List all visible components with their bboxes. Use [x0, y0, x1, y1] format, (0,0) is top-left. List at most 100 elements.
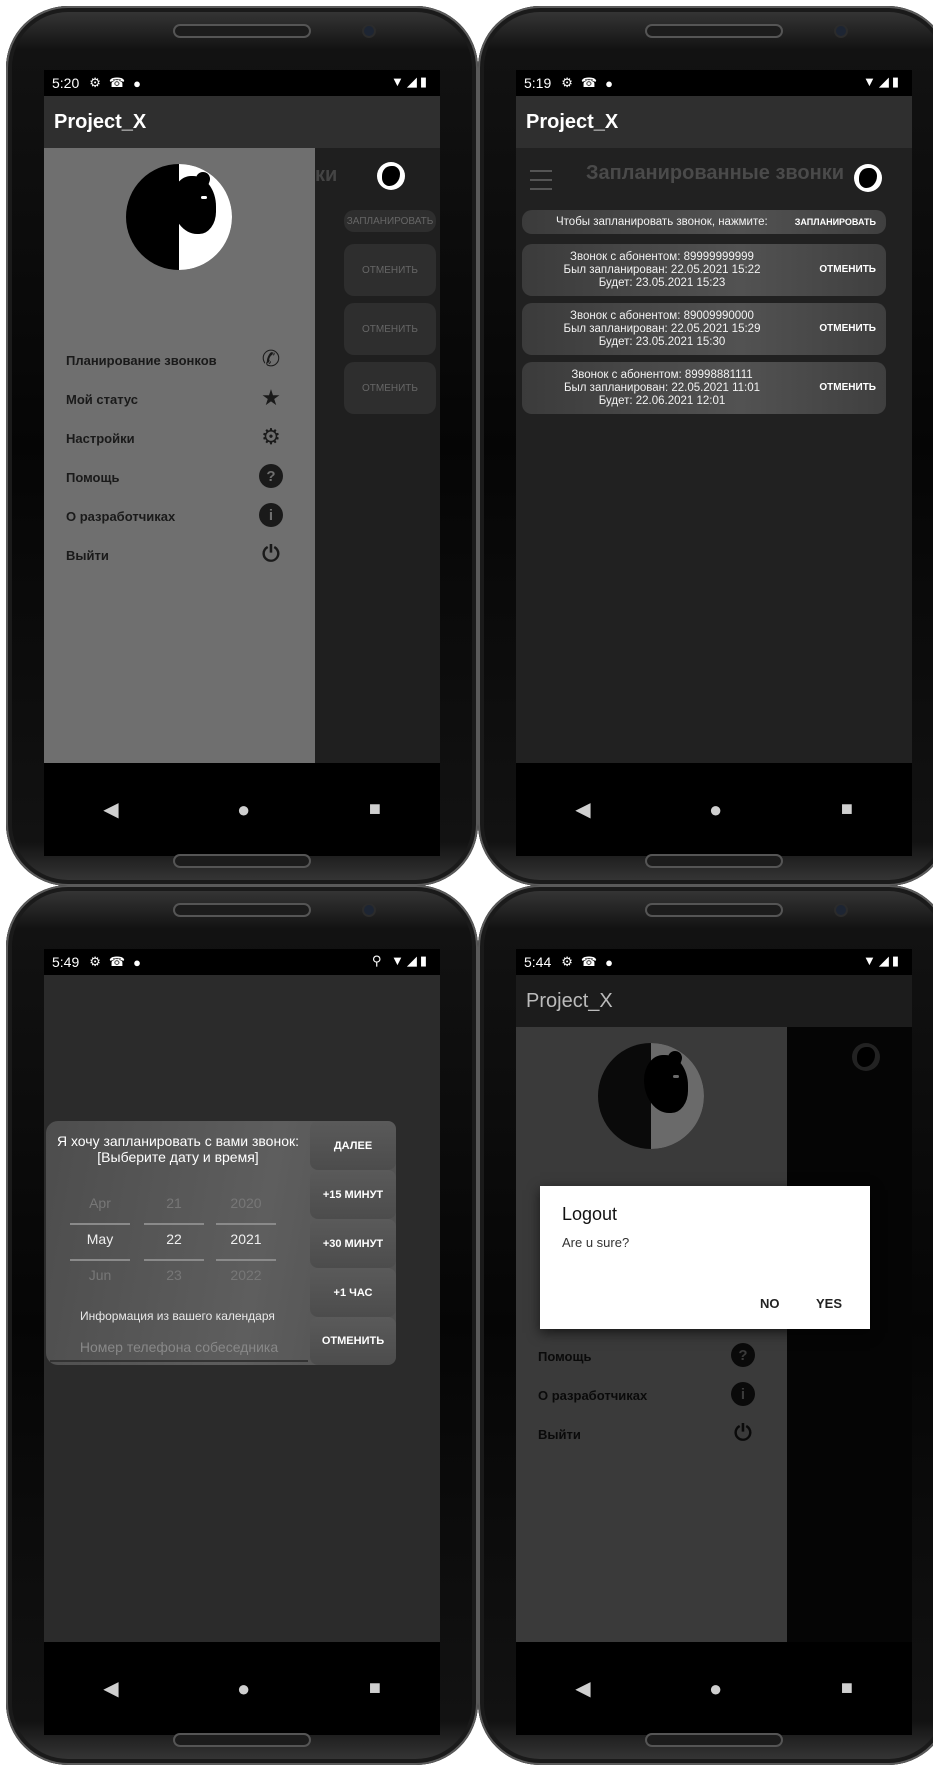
menu-item-label: Выйти: [538, 1426, 581, 1442]
menu-item-my-status[interactable]: Мой статус ★: [66, 382, 284, 416]
cancel-button-ghost: ОТМЕНИТЬ: [344, 362, 436, 414]
back-icon[interactable]: ◀: [103, 797, 118, 822]
menu-item-settings[interactable]: Настройки ⚙: [66, 421, 284, 455]
dot-status-icon: ●: [133, 954, 141, 970]
menu-item-logout: Выйти ⏻: [538, 1417, 756, 1451]
menu-item-label: Настройки: [66, 430, 135, 446]
phone-icon: ✆: [261, 346, 281, 371]
app-bar: Project_X: [44, 96, 440, 148]
day-picker-selected[interactable]: 22: [144, 1231, 204, 1247]
system-nav-bar: ◀ ● ■: [44, 763, 440, 856]
menu-item-logout[interactable]: Выйти ⏻: [66, 538, 284, 572]
settings-status-icon: ⚙: [89, 75, 101, 90]
signal-battery-icon: ▼◢▮: [862, 953, 902, 968]
home-icon[interactable]: ●: [709, 797, 722, 823]
front-camera: [364, 905, 374, 915]
plus-30-min-button[interactable]: +30 МИНУТ: [310, 1219, 396, 1268]
plus-15-min-button[interactable]: +15 МИНУТ: [310, 1170, 396, 1219]
recents-icon[interactable]: ■: [369, 1677, 381, 1700]
year-picker[interactable]: 2022: [216, 1267, 276, 1283]
phone-frame-3: 5:49 ⚙ ☎ ● ⚲ ▼◢▮ Я хочу запланировать с …: [6, 885, 478, 1765]
screen-logout: 5:44 ⚙ ☎ ● ▼◢▮ Project_X Помощь ? О разр…: [516, 949, 912, 1735]
speaker-grille: [645, 903, 783, 917]
menu-item-call-planning[interactable]: Планирование звонков ✆: [66, 343, 284, 377]
dot-status-icon: ●: [605, 75, 613, 91]
status-bar: 5:19 ⚙ ☎ ● ▼◢▮: [516, 70, 912, 96]
menu-item-developers[interactable]: О разработчиках i: [66, 499, 284, 533]
signal-battery-icon: ▼◢▮: [390, 74, 430, 89]
screen-title: Запланированные звонки: [586, 162, 845, 184]
status-time: 5:20: [52, 75, 80, 91]
dot-status-icon: ●: [133, 75, 141, 91]
schedule-call-dialog: Я хочу запланировать с вами звонок: [Выб…: [46, 1121, 396, 1365]
cancel-button[interactable]: ОТМЕНИТЬ: [310, 1317, 396, 1365]
speaker-grille: [173, 903, 311, 917]
power-icon: ⏻: [734, 1420, 752, 1445]
cancel-call-button[interactable]: ОТМЕНИТЬ: [819, 382, 876, 393]
call-details: Звонок с абонентом: 89998881111 Был запла…: [563, 369, 761, 407]
next-button[interactable]: ДАЛЕЕ: [310, 1121, 396, 1170]
speaker-grille: [173, 24, 311, 38]
month-picker[interactable]: Apr: [70, 1195, 130, 1211]
power-icon: ⏻: [262, 541, 280, 566]
content-area: Запланированные звонки Чтобы запланирова…: [516, 148, 912, 763]
schedule-hint-row: Чтобы запланировать звонок, нажмите: ЗАП…: [522, 210, 886, 234]
system-nav-bar: ◀ ● ■: [516, 763, 912, 856]
picker-divider: [70, 1223, 130, 1225]
month-picker-selected[interactable]: May: [70, 1231, 130, 1247]
app-bar: Project_X: [516, 96, 912, 148]
app-title: Project_X: [526, 110, 619, 133]
day-picker[interactable]: 21: [144, 1195, 204, 1211]
system-nav-bar: ◀ ● ■: [516, 1642, 912, 1735]
phone-number-input[interactable]: [50, 1334, 308, 1362]
system-nav-bar: ◀ ● ■: [44, 1642, 440, 1735]
plus-1-hour-button[interactable]: +1 ЧАС: [310, 1268, 396, 1317]
settings-status-icon: ⚙: [561, 75, 573, 90]
schedule-hint-text: Чтобы запланировать звонок, нажмите:: [556, 216, 768, 228]
back-icon[interactable]: ◀: [103, 1676, 118, 1701]
cancel-call-button[interactable]: ОТМЕНИТЬ: [819, 323, 876, 334]
recents-icon[interactable]: ■: [369, 798, 381, 821]
year-picker[interactable]: 2020: [216, 1195, 276, 1211]
app-title: Project_X: [54, 110, 147, 133]
dialog-title: Я хочу запланировать с вами звонок: [Выб…: [56, 1133, 300, 1165]
month-picker[interactable]: Jun: [70, 1267, 130, 1283]
recents-icon[interactable]: ■: [841, 798, 853, 821]
help-icon: ?: [730, 1342, 756, 1368]
help-icon: ?: [258, 463, 284, 489]
nav-drawer: Планирование звонков ✆ Мой статус ★ Наст…: [44, 148, 315, 763]
cancel-call-button[interactable]: ОТМЕНИТЬ: [819, 264, 876, 275]
calendar-info-link[interactable]: Информация из вашего календаря: [80, 1309, 275, 1323]
menu-icon[interactable]: [530, 170, 552, 190]
back-icon[interactable]: ◀: [575, 1676, 590, 1701]
call-status-icon: ☎: [580, 75, 598, 90]
call-status-icon: ☎: [108, 954, 126, 969]
status-bar: 5:49 ⚙ ☎ ● ⚲ ▼◢▮: [44, 949, 440, 975]
home-icon[interactable]: ●: [709, 1676, 722, 1702]
recents-icon[interactable]: ■: [841, 1677, 853, 1700]
content-area: Я хочу запланировать с вами звонок: [Выб…: [44, 975, 440, 1642]
panther-logo-icon: [126, 164, 232, 270]
yes-button[interactable]: YES: [816, 1296, 842, 1311]
call-card: Звонок с абонентом: 89998881111 Был запла…: [522, 362, 886, 414]
dot-status-icon: ●: [605, 954, 613, 970]
cancel-button-ghost: ОТМЕНИТЬ: [344, 303, 436, 355]
year-picker-selected[interactable]: 2021: [216, 1231, 276, 1247]
home-icon[interactable]: ●: [237, 797, 250, 823]
schedule-button[interactable]: ЗАПЛАНИРОВАТЬ: [795, 217, 876, 227]
menu-item-label: О разработчиках: [66, 508, 176, 524]
mini-logo-icon: [854, 164, 882, 192]
app-bar: Project_X: [516, 975, 912, 1027]
status-time: 5:44: [524, 954, 552, 970]
back-icon[interactable]: ◀: [575, 797, 590, 822]
home-icon[interactable]: ●: [237, 1676, 250, 1702]
no-button[interactable]: NO: [760, 1296, 780, 1311]
info-icon: i: [258, 502, 284, 528]
menu-item-help[interactable]: Помощь ?: [66, 460, 284, 494]
status-bar: 5:20 ⚙ ☎ ● ▼◢▮: [44, 70, 440, 96]
panther-logo-icon: [598, 1043, 704, 1149]
phone-frame-2: 5:19 ⚙ ☎ ● ▼◢▮ Project_X Запланированные…: [478, 6, 933, 886]
schedule-button-ghost: ЗАПЛАНИРОВАТЬ: [344, 210, 436, 232]
day-picker[interactable]: 23: [144, 1267, 204, 1283]
picker-divider: [216, 1223, 276, 1225]
